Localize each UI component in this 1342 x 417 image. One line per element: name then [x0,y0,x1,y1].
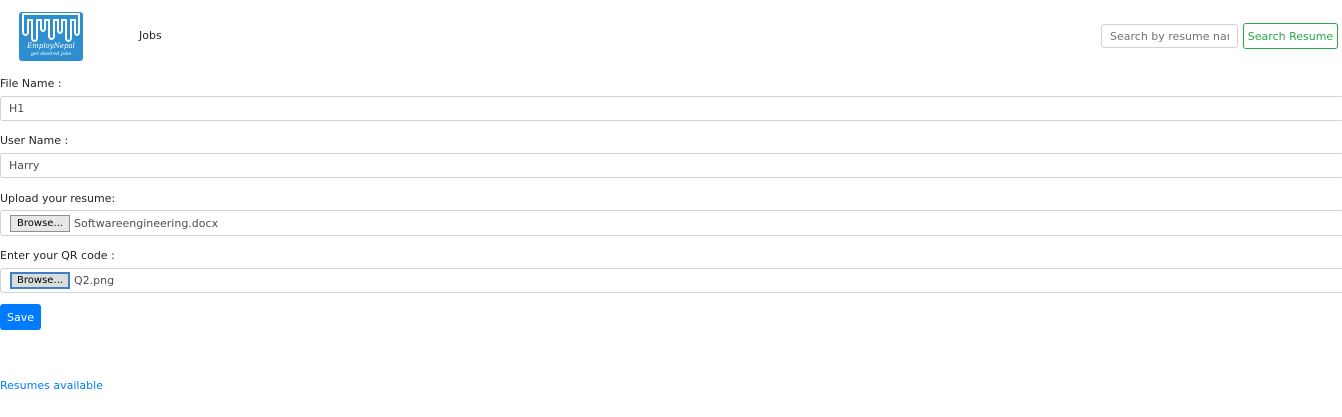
user-name-field[interactable]: Harry [0,153,1342,178]
save-button[interactable]: Save [0,304,41,330]
file-name-field[interactable]: H1 [0,96,1342,121]
qr-browse-button[interactable]: Browse... [10,272,70,289]
user-name-label: User Name : [0,134,69,147]
file-name-label: File Name : [0,77,62,90]
file-name-value: H1 [9,102,25,115]
logo-text: EmployNepal [27,42,75,50]
search-input[interactable] [1101,24,1238,48]
logo-tagline: get desired jobs [30,51,72,57]
search-resume-button[interactable]: Search Resume [1243,23,1338,49]
logo-drip-icon [22,13,80,42]
resumes-available-link[interactable]: Resumes available [0,379,103,392]
qr-file-input[interactable]: Browse... Q2.png [0,268,1342,293]
nav-jobs-link[interactable]: Jobs [139,29,162,42]
resume-browse-button[interactable]: Browse... [10,214,70,232]
resume-file-input[interactable]: Browse... Softwareengineering.docx [0,210,1342,236]
resume-upload-label: Upload your resume: [0,192,116,205]
brand-logo[interactable]: EmployNepal get desired jobs [19,12,83,61]
resume-file-name: Softwareengineering.docx [74,216,219,230]
user-name-value: Harry [9,159,40,172]
qr-file-name: Q2.png [74,274,115,287]
qr-code-label: Enter your QR code : [0,249,115,262]
